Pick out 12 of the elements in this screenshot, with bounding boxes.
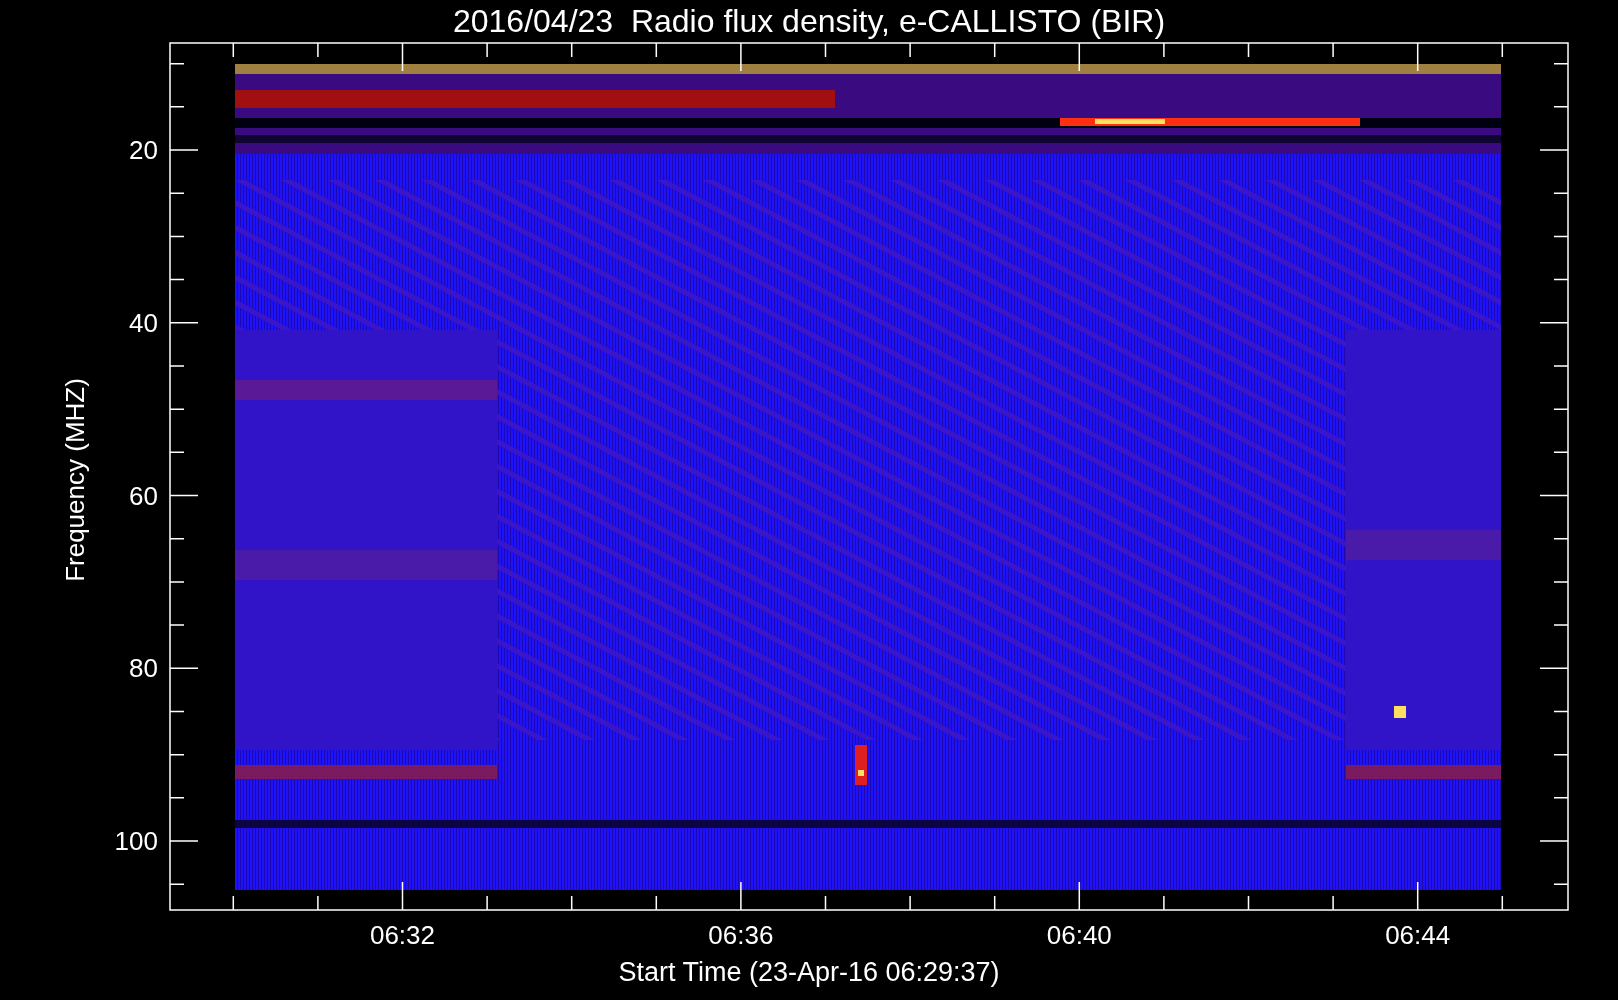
x-tick-label: 06:40 <box>1046 920 1112 950</box>
y-axis-label: Frequency (MHZ) <box>60 378 90 582</box>
plot-title: 2016/04/23 Radio flux density, e-CALLISTO (BIR) <box>451 1 1167 41</box>
y-tick-label: 40 <box>129 307 158 338</box>
y-tick-label: 60 <box>129 480 158 511</box>
x-tick-label: 06:44 <box>1385 920 1451 950</box>
y-tick-label: 100 <box>114 826 158 856</box>
y-tick-label: 20 <box>129 135 158 165</box>
x-axis-label: Start Time (23-Apr-16 06:29:37) <box>617 957 1001 989</box>
x-tick-label: 06:32 <box>369 920 436 950</box>
x-tick-label: 06:36 <box>708 920 774 950</box>
y-tick-label: 80 <box>129 653 158 684</box>
